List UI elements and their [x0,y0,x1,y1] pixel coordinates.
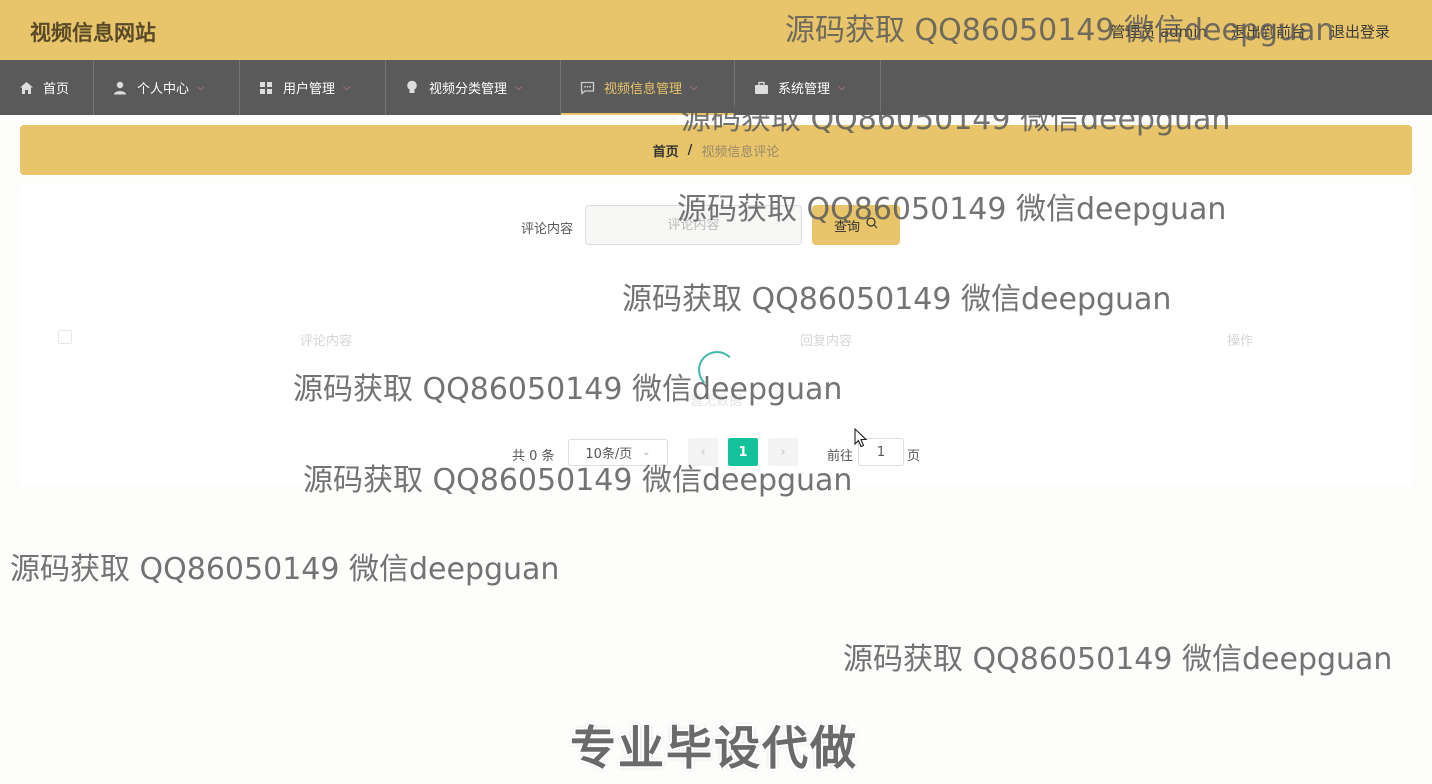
nav-item-video-category[interactable]: 视频分类管理 ⌵ [386,60,561,115]
nav-label: 视频信息管理 [604,82,683,97]
briefcase-icon [753,80,769,96]
chevron-left-icon: ‹ [700,444,706,460]
bulb-icon [404,80,420,96]
mouse-cursor-icon [854,427,868,452]
column-header-reply[interactable]: 回复内容 [800,330,852,349]
search-button-label: 查询 [833,219,860,235]
nav-label: 首页 [43,82,70,97]
comment-search-input[interactable] [585,205,802,245]
main-nav: 首页 个人中心 ⌵ 用户管理 ⌵ 视频分类管理 ⌵ 视频信息管理 ⌵ 系统管理 … [0,60,1432,115]
search-button[interactable]: 查询 [812,205,900,245]
pagination-total: 共 0 条 [512,449,555,464]
search-icon [866,217,878,233]
nav-label: 视频分类管理 [429,82,508,97]
nav-label: 个人中心 [137,82,190,97]
back-to-frontend-link[interactable]: 退出到前台 [1231,21,1306,42]
empty-data-text: 暂无数据 [690,394,743,409]
chevron-right-icon: › [780,444,786,460]
search-label: 评论内容 [521,222,574,237]
breadcrumb-separator: / [687,142,693,158]
breadcrumb: 首页 / 视频信息评论 [20,125,1412,175]
breadcrumb-home[interactable]: 首页 [653,141,679,160]
goto-label: 前往 [827,449,854,464]
top-header: 视频信息网站 管理员 admin 退出到前台 退出登录 [0,0,1432,60]
watermark-text: 源码获取 QQ86050149 微信deepguan [10,552,560,587]
loading-spinner [698,351,736,389]
select-all-checkbox[interactable] [58,330,72,344]
chevron-down-icon: ⌵ [343,82,351,93]
column-header-actions: 操作 [1227,334,1254,349]
nav-item-user-management[interactable]: 用户管理 ⌵ [240,60,386,115]
prev-page-button[interactable]: ‹ [688,438,718,466]
nav-item-video-info[interactable]: 视频信息管理 ⌵ [561,60,735,115]
current-user-label: 管理员 admin [1110,23,1207,41]
grid-icon [258,80,274,96]
chevron-down-icon: ⌵ [197,82,205,93]
breadcrumb-current: 视频信息评论 [701,144,780,160]
promo-slogan: 专业毕设代做 [570,721,858,775]
header-actions: 管理员 admin 退出到前台 退出登录 [1110,21,1390,42]
column-header-comment[interactable]: 评论内容 [300,330,352,349]
page-size-value: 10条/页 [585,447,633,462]
page-number-current[interactable]: 1 [728,438,758,466]
home-icon [18,80,34,96]
chevron-down-icon: ⌄ [642,447,651,458]
chevron-down-icon: ⌵ [690,82,698,93]
nav-item-personal-center[interactable]: 个人中心 ⌵ [94,60,240,115]
next-page-button[interactable]: › [768,438,798,466]
chevron-down-icon: ⌵ [515,82,523,93]
goto-suffix: 页 [907,449,921,464]
nav-item-system-management[interactable]: 系统管理 ⌵ [735,60,881,115]
user-icon [112,80,128,96]
nav-label: 用户管理 [283,82,336,97]
chat-icon [579,80,595,96]
watermark-text: 源码获取 QQ86050149 微信deepguan [843,642,1393,677]
nav-item-home[interactable]: 首页 [0,60,94,115]
site-title: 视频信息网站 [30,21,156,45]
logout-link[interactable]: 退出登录 [1330,21,1390,42]
page-size-select[interactable]: 10条/页 ⌄ [568,439,668,466]
chevron-down-icon: ⌵ [838,82,846,93]
nav-label: 系统管理 [778,82,831,97]
